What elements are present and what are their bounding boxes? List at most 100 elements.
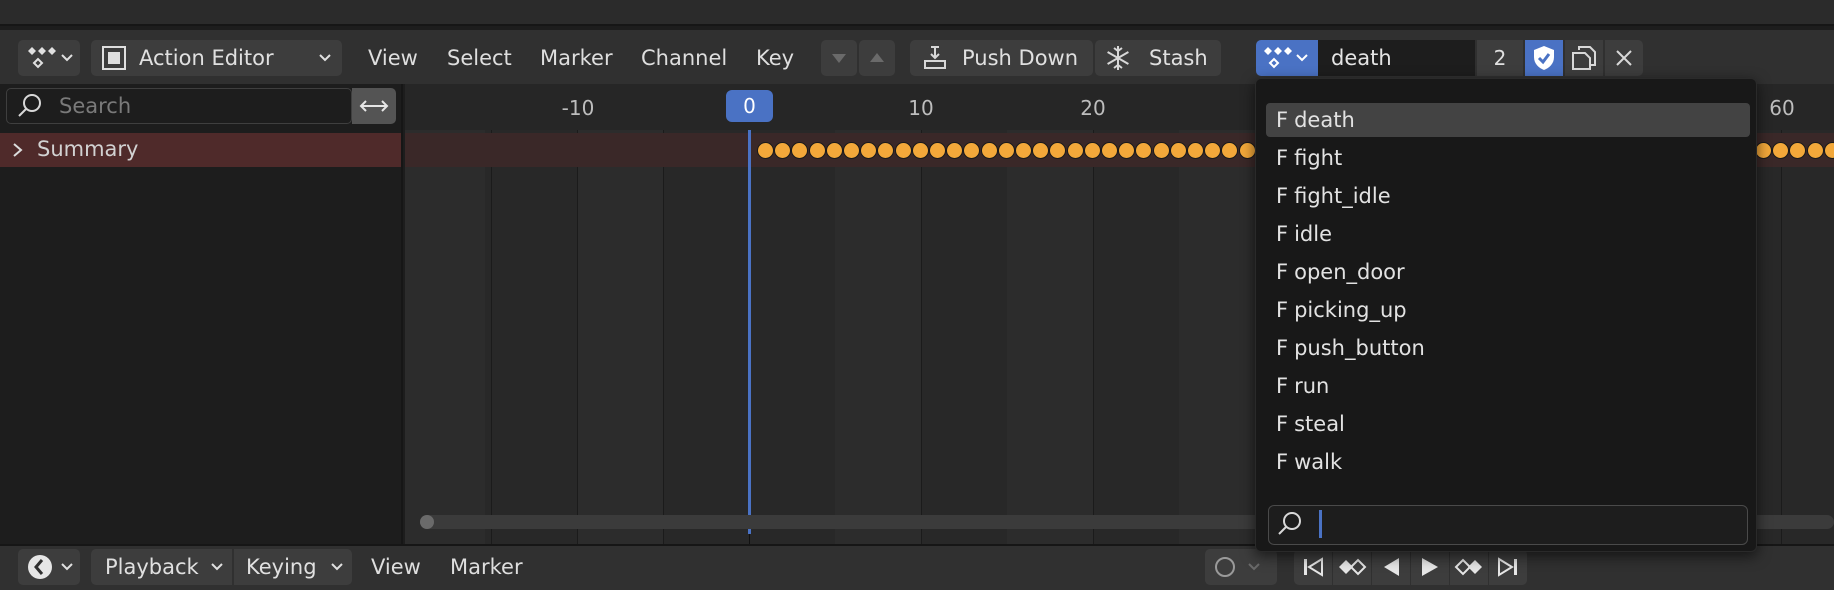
summary-keyframe[interactable]: [997, 142, 1015, 159]
summary-keyframe[interactable]: [1152, 142, 1170, 159]
footer-menu-marker[interactable]: Marker: [450, 549, 523, 585]
dropdown-action-item[interactable]: Ffight_idle: [1266, 179, 1750, 213]
play-button[interactable]: [1411, 549, 1449, 585]
fake-user-prefix: F: [1276, 222, 1289, 246]
grid-line: [1093, 130, 1094, 544]
fake-user-toggle[interactable]: [1525, 40, 1563, 76]
summary-keyframe[interactable]: [1789, 142, 1807, 159]
dropdown-search-field[interactable]: [1268, 505, 1748, 545]
editor-type-button[interactable]: [18, 40, 80, 76]
mode-select[interactable]: Action Editor: [91, 40, 342, 76]
dropdown-action-item[interactable]: Fopen_door: [1266, 255, 1750, 289]
jump-start-button[interactable]: [1294, 549, 1332, 585]
jump-start-icon: [1302, 556, 1324, 578]
dropdown-action-item[interactable]: Fdeath: [1266, 103, 1750, 137]
dropdown-action-item[interactable]: Frun: [1266, 369, 1750, 403]
action-item-name: walk: [1294, 450, 1343, 474]
triangle-down-icon: [831, 52, 847, 64]
fake-user-prefix: F: [1276, 108, 1289, 132]
current-frame-indicator[interactable]: 0: [726, 90, 773, 122]
action-users-count[interactable]: 2: [1477, 40, 1523, 76]
menu-key[interactable]: Key: [756, 40, 794, 76]
action-name-field[interactable]: death: [1318, 40, 1475, 76]
summary-keyframe[interactable]: [1187, 142, 1204, 159]
summary-keyframe[interactable]: [1755, 142, 1772, 159]
summary-keyframe[interactable]: [843, 142, 860, 159]
playback-menu[interactable]: Playback: [91, 549, 232, 585]
summary-keyframe[interactable]: [894, 142, 912, 159]
summary-keyframe[interactable]: [1823, 142, 1834, 159]
summary-keyframe[interactable]: [1066, 142, 1084, 159]
dropdown-action-item[interactable]: Ffight: [1266, 141, 1750, 175]
action-item-name: idle: [1294, 222, 1333, 246]
summary-keyframe[interactable]: [911, 142, 929, 159]
jump-end-icon: [1497, 556, 1519, 578]
swap-button[interactable]: [352, 88, 396, 124]
summary-keyframe[interactable]: [1169, 142, 1187, 159]
summary-keyframe[interactable]: [1083, 142, 1101, 159]
next-keyframe-button[interactable]: [1450, 549, 1488, 585]
layer-down-button[interactable]: [821, 40, 857, 76]
keying-label: Keying: [246, 555, 317, 579]
play-reverse-button[interactable]: [1372, 549, 1410, 585]
fake-user-prefix: F: [1276, 298, 1289, 322]
summary-keyframe[interactable]: [1049, 142, 1067, 159]
frame-band: [835, 130, 921, 544]
chevron-down-icon: [1295, 53, 1309, 63]
dropdown-action-item[interactable]: Fidle: [1266, 217, 1750, 251]
summary-keyframe[interactable]: [1101, 142, 1118, 159]
keying-menu[interactable]: Keying: [234, 549, 352, 585]
summary-keyframe[interactable]: [1015, 142, 1032, 159]
summary-keyframe[interactable]: [1806, 142, 1824, 159]
action-browse-button[interactable]: [1256, 40, 1318, 76]
footer-menu-view[interactable]: View: [371, 549, 421, 585]
menu-marker[interactable]: Marker: [540, 40, 613, 76]
summary-keyframe[interactable]: [1135, 142, 1153, 159]
summary-keyframe[interactable]: [860, 142, 878, 159]
prev-keyframe-button[interactable]: [1333, 549, 1371, 585]
dropdown-action-item[interactable]: Fpush_button: [1266, 331, 1750, 365]
summary-keyframe[interactable]: [1221, 142, 1239, 159]
chevron-down-icon: [60, 562, 74, 572]
summary-keyframe[interactable]: [877, 142, 895, 159]
channel-search-field[interactable]: Search: [6, 88, 352, 124]
jump-end-button[interactable]: [1489, 549, 1527, 585]
stash-button[interactable]: Stash: [1095, 40, 1221, 76]
menu-select[interactable]: Select: [447, 40, 512, 76]
grid-line: [577, 130, 578, 544]
summary-keyframe[interactable]: [808, 142, 826, 159]
scrollbar-handle[interactable]: [420, 515, 434, 529]
auto-key-toggle[interactable]: [1205, 549, 1277, 585]
dropdown-action-item[interactable]: Fwalk: [1266, 445, 1750, 479]
summary-keyframe[interactable]: [1238, 142, 1256, 159]
summary-keyframe[interactable]: [1772, 142, 1790, 159]
summary-keyframe[interactable]: [929, 142, 946, 159]
play-icon: [1420, 556, 1440, 578]
menu-channel[interactable]: Channel: [641, 40, 727, 76]
summary-keyframe[interactable]: [774, 142, 792, 159]
summary-keyframe[interactable]: [1032, 142, 1050, 159]
frame-band: [1007, 130, 1093, 544]
push-down-button[interactable]: Push Down: [910, 40, 1093, 76]
duplicate-action-button[interactable]: [1565, 40, 1603, 76]
menu-view[interactable]: View: [368, 40, 418, 76]
fake-user-prefix: F: [1276, 374, 1289, 398]
summary-channel[interactable]: Summary: [0, 133, 401, 167]
summary-keyframe[interactable]: [757, 142, 774, 159]
timeline-editor-type-button[interactable]: [18, 549, 80, 585]
frame-band: [577, 130, 663, 544]
action-item-name: steal: [1294, 412, 1345, 436]
summary-keyframe[interactable]: [825, 142, 843, 159]
playhead-line[interactable]: [748, 130, 751, 534]
summary-keyframe[interactable]: [1204, 142, 1222, 159]
summary-keyframe[interactable]: [946, 142, 964, 159]
summary-keyframe[interactable]: [963, 142, 981, 159]
action-name: death: [1331, 46, 1392, 70]
layer-up-button[interactable]: [859, 40, 895, 76]
summary-keyframe[interactable]: [980, 142, 998, 159]
unlink-action-button[interactable]: [1605, 40, 1643, 76]
dropdown-action-item[interactable]: Fsteal: [1266, 407, 1750, 441]
dropdown-action-item[interactable]: Fpicking_up: [1266, 293, 1750, 327]
summary-keyframe[interactable]: [1118, 142, 1136, 159]
summary-keyframe[interactable]: [791, 142, 809, 159]
